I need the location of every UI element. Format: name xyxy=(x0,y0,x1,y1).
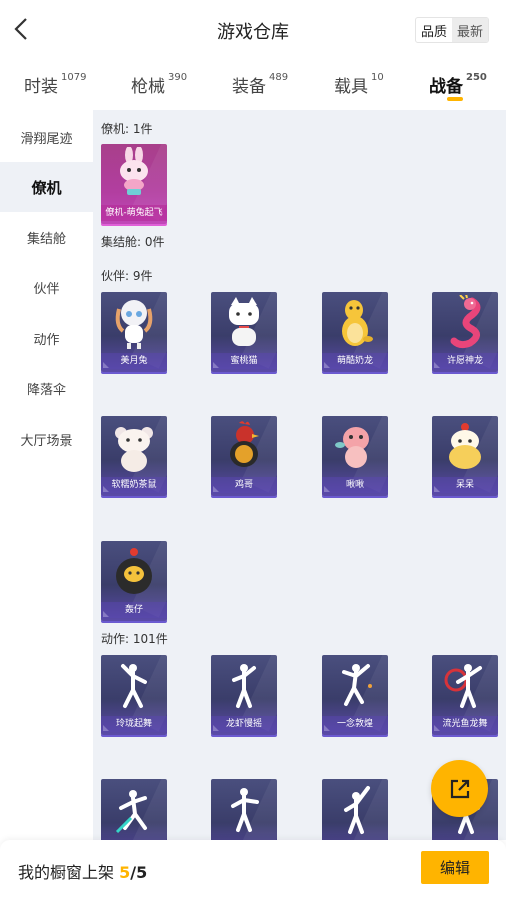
dance-pose-icon xyxy=(322,779,388,840)
category-tabs: 时装 1079 枪械 390 装备 489 载具 10 战备 250 xyxy=(0,62,506,110)
item-card[interactable] xyxy=(101,779,167,840)
item-card[interactable]: 美月兔 xyxy=(101,292,167,372)
edit-button[interactable]: 编辑 xyxy=(421,851,489,884)
hamster-icon xyxy=(101,416,167,478)
item-name: 一念敦煌 xyxy=(322,716,388,732)
item-name: 啾啾 xyxy=(322,477,388,493)
tab-count: 10 xyxy=(371,72,384,83)
section-title-wingman: 僚机: 1件 xyxy=(101,122,153,136)
item-card[interactable]: 呆呆 xyxy=(432,416,498,496)
section-title-emote: 动作: 101件 xyxy=(101,632,168,646)
sort-by-quality[interactable]: 品质 xyxy=(416,18,452,42)
yellow-dragon-icon xyxy=(322,292,388,354)
sidebar-item-parachute[interactable]: 降落伞 xyxy=(0,363,93,413)
tab-vehicles[interactable]: 载具 10 xyxy=(334,72,384,97)
item-name: 龙虾慢摇 xyxy=(211,716,277,732)
showcase-current-count: 5 xyxy=(119,863,131,882)
tab-tactical[interactable]: 战备 250 xyxy=(429,72,487,97)
item-card[interactable]: 萌酷奶龙 xyxy=(322,292,388,372)
tab-gear[interactable]: 装备 489 xyxy=(232,72,288,97)
pink-bird-icon xyxy=(322,416,388,478)
tab-count: 489 xyxy=(269,72,289,83)
item-name: 鸡哥 xyxy=(211,477,277,493)
tab-label: 装备 xyxy=(232,77,266,97)
item-card[interactable] xyxy=(211,779,277,840)
tab-count: 1079 xyxy=(61,72,87,83)
item-name: 软糯奶茶鼠 xyxy=(101,477,167,493)
active-tab-indicator xyxy=(447,97,463,101)
item-card[interactable]: 轰仔 xyxy=(101,541,167,621)
header: 游戏仓库 品质 最新 xyxy=(0,0,506,60)
sidebar-item-capsule[interactable]: 集结舱 xyxy=(0,212,93,262)
dance-pose-icon xyxy=(101,779,167,840)
white-cat-icon xyxy=(211,292,277,354)
tab-label: 枪械 xyxy=(131,77,165,97)
section-title-partner: 伙伴: 9件 xyxy=(101,269,153,283)
item-name: 许愿神龙 xyxy=(432,353,498,369)
item-card[interactable]: 许愿神龙 xyxy=(432,292,498,372)
share-button[interactable] xyxy=(431,760,488,817)
item-name: 僚机-萌兔起飞 xyxy=(101,205,167,221)
item-card[interactable]: 蜜桃猫 xyxy=(211,292,277,372)
item-card[interactable]: 龙虾慢摇 xyxy=(211,655,277,735)
item-card[interactable] xyxy=(322,779,388,840)
sidebar-item-emote[interactable]: 动作 xyxy=(0,313,93,363)
showcase-label: 我的橱窗上架 xyxy=(18,863,115,882)
share-icon xyxy=(450,779,469,798)
item-card[interactable]: 鸡哥 xyxy=(211,416,277,496)
item-name: 轰仔 xyxy=(101,602,167,618)
item-name: 玲珑起舞 xyxy=(101,716,167,732)
item-name: 萌酷奶龙 xyxy=(322,353,388,369)
tab-count: 390 xyxy=(168,72,188,83)
item-card[interactable]: 一念敦煌 xyxy=(322,655,388,735)
tab-label: 时装 xyxy=(24,77,58,97)
dance-pose-icon xyxy=(211,779,277,840)
tab-outfit[interactable]: 时装 1079 xyxy=(24,72,86,97)
sidebar-item-wingman[interactable]: 僚机 xyxy=(0,162,93,212)
pink-dragon-icon xyxy=(432,292,498,354)
tab-count: 250 xyxy=(466,72,487,83)
item-card[interactable]: 软糯奶茶鼠 xyxy=(101,416,167,496)
showcase-bar: 我的橱窗上架 5/5 编辑 xyxy=(0,840,506,897)
sidebar-item-lobby-scene[interactable]: 大厅场景 xyxy=(0,414,93,464)
item-name: 呆呆 xyxy=(432,477,498,493)
section-title-capsule: 集结舱: 0件 xyxy=(101,235,165,249)
item-card[interactable]: 流光鱼龙舞 xyxy=(432,655,498,735)
sort-by-newest[interactable]: 最新 xyxy=(452,18,488,42)
dance-pose-icon xyxy=(101,655,167,717)
tab-label: 战备 xyxy=(429,77,463,97)
dance-pose-icon xyxy=(322,655,388,717)
rooster-icon xyxy=(211,416,277,478)
item-name: 流光鱼龙舞 xyxy=(432,716,498,732)
item-card[interactable]: 僚机-萌兔起飞 xyxy=(101,144,167,224)
dance-pose-icon xyxy=(211,655,277,717)
tab-label: 载具 xyxy=(334,77,368,97)
showcase-max-count: 5 xyxy=(136,863,148,882)
dance-pose-icon xyxy=(432,655,498,717)
tab-weapons[interactable]: 枪械 390 xyxy=(131,72,187,97)
pink-bunny-icon xyxy=(101,144,167,206)
sidebar-item-glide-trail[interactable]: 滑翔尾迹 xyxy=(0,112,93,162)
sidebar-item-partner[interactable]: 伙伴 xyxy=(0,262,93,312)
sort-toggle[interactable]: 品质 最新 xyxy=(415,17,489,43)
bomb-chick-icon xyxy=(101,541,167,603)
doll-bunny-icon xyxy=(101,292,167,354)
sidebar: 滑翔尾迹 僚机 集结舱 伙伴 动作 降落伞 大厅场景 xyxy=(0,110,93,840)
item-card[interactable]: 玲珑起舞 xyxy=(101,655,167,735)
item-name: 蜜桃猫 xyxy=(211,353,277,369)
showcase-status: 我的橱窗上架 5/5 xyxy=(18,859,147,883)
chick-icon xyxy=(432,416,498,478)
item-grid[interactable]: 僚机: 1件 僚机-萌兔起飞 集结舱: 0件 伙伴: 9件 美月兔 蜜桃猫 萌酷… xyxy=(93,110,506,840)
item-card[interactable]: 啾啾 xyxy=(322,416,388,496)
item-name: 美月兔 xyxy=(101,353,167,369)
